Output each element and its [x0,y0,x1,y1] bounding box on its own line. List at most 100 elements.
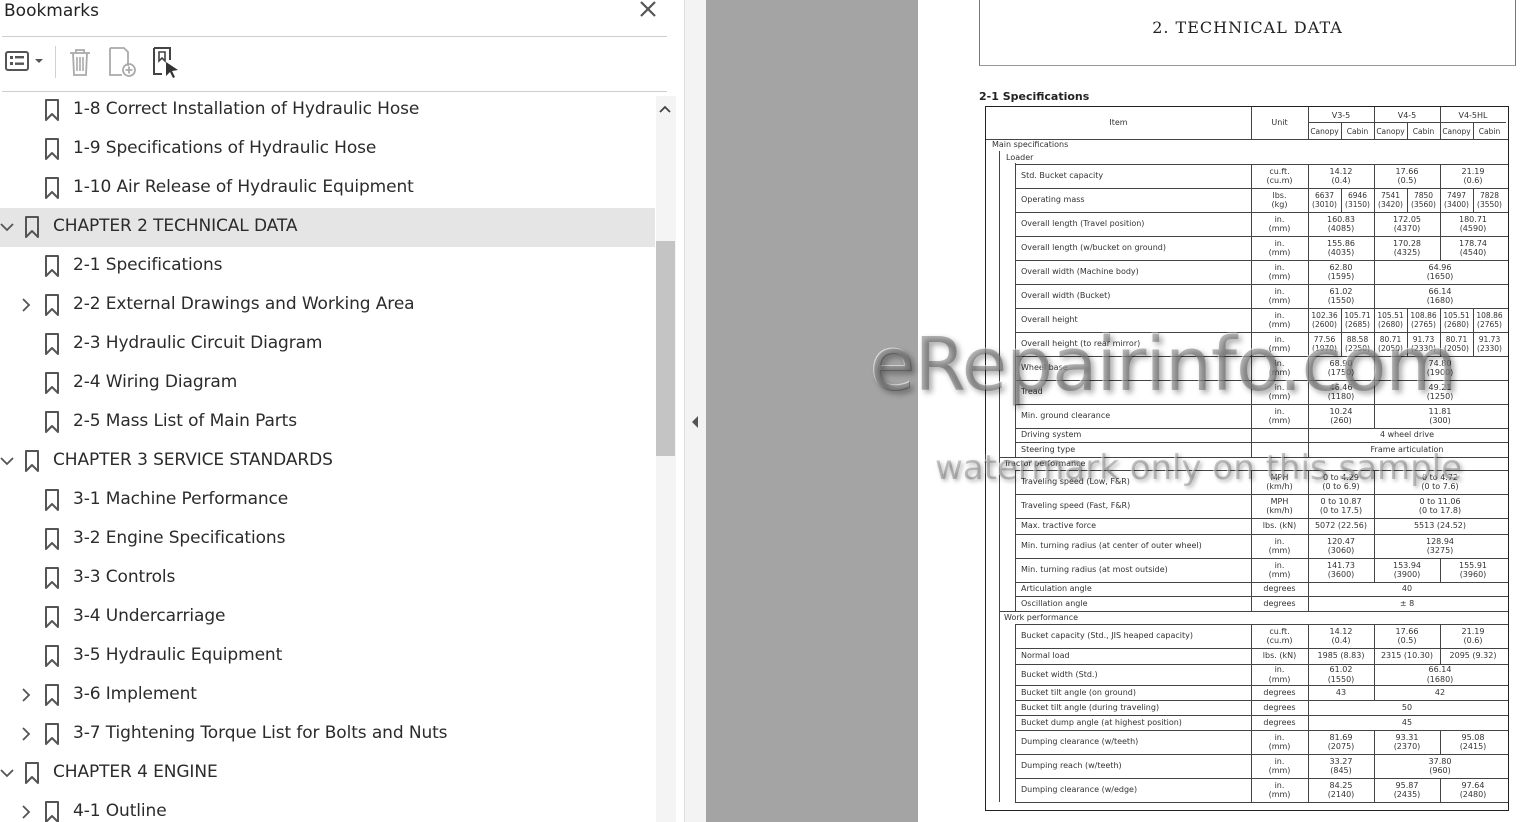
spec-unit-line: cu.ft. [1269,626,1290,636]
rule [1015,558,1508,559]
spec-item: Dumping clearance (w/edge) [1021,785,1138,794]
spec-value-line: (2330) [1477,344,1502,353]
bookmark-item[interactable]: 3-6 Implement [0,676,655,715]
spec-value-line: (3600) [1327,570,1355,579]
header-variant: Cabin [1478,127,1501,136]
scrollbar-track[interactable] [656,96,676,822]
list-options-icon[interactable] [2,44,46,80]
header-model: V4-5HL [1458,111,1488,120]
bookmark-item[interactable]: 3-5 Hydraulic Equipment [0,637,655,676]
rule [1015,518,1508,519]
spec-unit: in. (mm) [1251,537,1308,556]
header-model: V4-5 [1397,111,1417,120]
bookmark-item[interactable]: 1-9 Specifications of Hydraulic Hose [0,130,655,169]
chevron-down-icon[interactable] [0,453,14,469]
collapse-panel-icon[interactable] [690,414,700,430]
rule [1015,494,1508,495]
spec-value: 95.87 (2435) [1374,781,1440,800]
spec-item: Min. turning radius (at center of outer … [1021,541,1202,550]
bookmark-item[interactable]: CHAPTER 2 TECHNICAL DATA [0,208,655,247]
rule [1015,624,1508,625]
bookmarks-panel: Bookmarks 1-8 Correct Installation of Hy… [0,0,685,822]
find-current-bookmark-icon[interactable] [150,44,182,80]
bookmark-label: 3-5 Hydraulic Equipment [73,645,283,665]
spec-unit: cu.ft. (cu.m) [1251,627,1308,646]
chevron-right-icon[interactable] [19,726,33,742]
bookmark-icon [43,527,61,551]
bookmark-item[interactable]: CHAPTER 4 ENGINE [0,754,655,793]
rule [1374,754,1375,778]
trash-icon[interactable] [64,44,96,80]
spec-value: 2095 (9.32) [1440,651,1506,661]
spec-unit-line: degrees [1263,702,1296,712]
chevron-right-icon[interactable] [19,687,33,703]
spec-value-line: (0.4) [1331,636,1351,645]
bookmark-item[interactable]: 3-2 Engine Specifications [0,520,655,559]
bookmark-item[interactable]: 1-10 Air Release of Hydraulic Equipment [0,169,655,208]
bookmark-icon [43,644,61,668]
rule [1308,260,1309,284]
spec-value-line: 105.51 [1377,310,1404,320]
spec-value: 7541 (3420) [1374,191,1407,210]
bookmark-label: 1-9 Specifications of Hydraulic Hose [73,138,377,158]
spec-value-line: 14.12 [1329,626,1353,636]
chevron-right-icon[interactable] [19,297,33,313]
rule [1374,730,1375,754]
spec-value-line: (0.5) [1397,176,1417,185]
bookmark-item[interactable]: 2-5 Mass List of Main Parts [0,403,655,442]
chevron-right-icon[interactable] [19,804,33,820]
spec-value: 17.66 (0.5) [1374,167,1440,186]
add-bookmark-icon[interactable] [106,44,140,80]
spec-value-line: 5072 (22.56) [1314,521,1368,531]
bookmark-icon [43,566,61,590]
spec-item: Std. Bucket capacity [1021,171,1104,180]
spec-value: 84.25 (2140) [1308,781,1374,800]
bookmark-item[interactable]: CHAPTER 3 SERVICE STANDARDS [0,442,655,481]
spec-item: Oscillation angle [1021,598,1088,608]
bookmark-icon [23,449,41,473]
spec-value: 128.94 (3275) [1374,537,1506,556]
spec-value-line: (1680) [1426,296,1454,305]
spec-value-line: 40 [1401,584,1413,594]
scroll-up-icon[interactable] [658,100,672,113]
bookmark-item[interactable]: 3-3 Controls [0,559,655,598]
rule [1374,188,1375,212]
bookmark-item[interactable]: 1-8 Correct Installation of Hydraulic Ho… [0,91,655,130]
rule [1015,648,1508,649]
spec-value-line: 0 to 10.87 [1320,496,1362,506]
panel-splitter[interactable] [684,0,707,822]
scrollbar-thumb[interactable] [656,241,675,456]
spec-unit-line: (mm) [1268,570,1291,579]
bookmark-item[interactable]: 3-1 Machine Performance [0,481,655,520]
bookmark-icon [43,254,61,278]
bookmark-item[interactable]: 2-1 Specifications [0,247,655,286]
bookmark-item[interactable]: 4-1 Outline [0,793,655,822]
spec-unit-line: (mm) [1268,546,1291,555]
close-icon[interactable] [636,0,660,23]
chevron-down-icon[interactable] [0,219,14,235]
rule [1374,236,1375,260]
spec-value-line: 84.25 [1329,780,1353,790]
chevron-down-icon[interactable] [0,765,14,781]
spec-value-line: 7828 [1479,190,1500,200]
spec-value-line: (845) [1330,766,1352,775]
bookmark-item[interactable]: 2-3 Hydraulic Circuit Diagram [0,325,655,364]
bookmark-item[interactable]: 3-7 Tightening Torque List for Bolts and… [0,715,655,754]
rule [1308,664,1309,685]
spec-value-line: 120.47 [1327,536,1355,546]
rule [1308,582,1309,596]
rule [1440,212,1441,236]
rule [1015,188,1508,189]
bookmark-item[interactable]: 2-4 Wiring Diagram [0,364,655,403]
spec-unit: in. (mm) [1251,263,1308,282]
bookmark-label: 2-5 Mass List of Main Parts [73,411,297,431]
rule [1251,534,1252,558]
spec-unit-line: lbs. [1272,190,1287,200]
spec-value-line: (1550) [1327,674,1355,684]
bookmark-icon [23,761,41,785]
spec-value: 66.14 (1680) [1374,287,1506,306]
spec-value-line: 66.14 [1428,286,1452,296]
bookmark-item[interactable]: 2-2 External Drawings and Working Area [0,286,655,325]
spec-value: 160.83 (4085) [1308,215,1374,234]
bookmark-item[interactable]: 3-4 Undercarriage [0,598,655,637]
